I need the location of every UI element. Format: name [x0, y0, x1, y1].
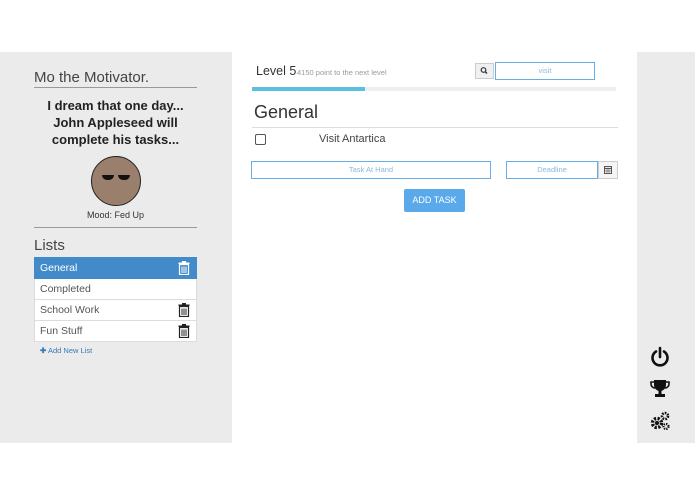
right-eye	[118, 175, 130, 180]
list-heading: General	[254, 102, 319, 122]
motivator-quote: I dream that one day... John Appleseed w…	[47, 98, 184, 147]
right-rail	[637, 52, 695, 443]
divider	[34, 87, 197, 88]
lists-title: Lists	[34, 237, 65, 254]
calendar-icon	[604, 166, 612, 174]
list-item-general[interactable]: General	[34, 257, 197, 279]
trophy-icon[interactable]	[649, 378, 671, 400]
list-item-label: Completed	[40, 283, 91, 295]
divider	[252, 127, 618, 128]
trash-icon[interactable]	[178, 303, 190, 317]
plus-icon: ✚	[40, 346, 47, 355]
sidebar: Mo the Motivator. I dream that one day..…	[0, 52, 232, 443]
task-checkbox[interactable]	[255, 134, 266, 145]
search-icon	[480, 67, 488, 74]
search-button[interactable]	[475, 63, 494, 79]
deadline-input[interactable]: Deadline	[506, 161, 598, 179]
points-to-next-level: 4150 point to the next level	[297, 68, 387, 77]
level-label: Level 5	[256, 64, 297, 78]
list-item-school-work[interactable]: School Work	[34, 300, 197, 321]
app: Mo the Motivator. I dream that one day..…	[0, 52, 695, 443]
level-progress-fill	[252, 87, 365, 91]
level-progress-bar	[252, 87, 616, 91]
list-item-fun-stuff[interactable]: Fun Stuff	[34, 321, 197, 342]
list-item-label: School Work	[40, 304, 100, 316]
list-item-label: Fun Stuff	[40, 325, 83, 337]
divider	[34, 227, 197, 228]
calendar-button[interactable]	[598, 161, 618, 179]
search-input[interactable]: visit	[495, 62, 595, 80]
motivator-title: Mo the Motivator.	[34, 69, 150, 86]
main-panel: Level 5 4150 point to the next level vis…	[232, 52, 637, 443]
left-eye	[102, 175, 114, 180]
gears-icon[interactable]	[649, 410, 671, 432]
trash-icon[interactable]	[178, 261, 190, 275]
list-item-label: General	[40, 262, 78, 274]
lists: General Completed School Work Fun Stuff	[34, 257, 197, 342]
task-text: Visit Antartica	[319, 133, 386, 145]
add-task-button[interactable]: ADD TASK	[404, 189, 465, 212]
power-icon[interactable]	[649, 346, 671, 368]
list-item-completed[interactable]: Completed	[34, 279, 197, 300]
mood-label: Mood: Fed Up	[86, 210, 145, 220]
task-input[interactable]: Task At Hand	[251, 161, 491, 179]
add-new-list-link[interactable]: ✚ Add New List	[40, 346, 92, 355]
motivator-avatar	[91, 156, 141, 206]
add-new-list-label: Add New List	[47, 346, 93, 355]
trash-icon[interactable]	[178, 324, 190, 338]
